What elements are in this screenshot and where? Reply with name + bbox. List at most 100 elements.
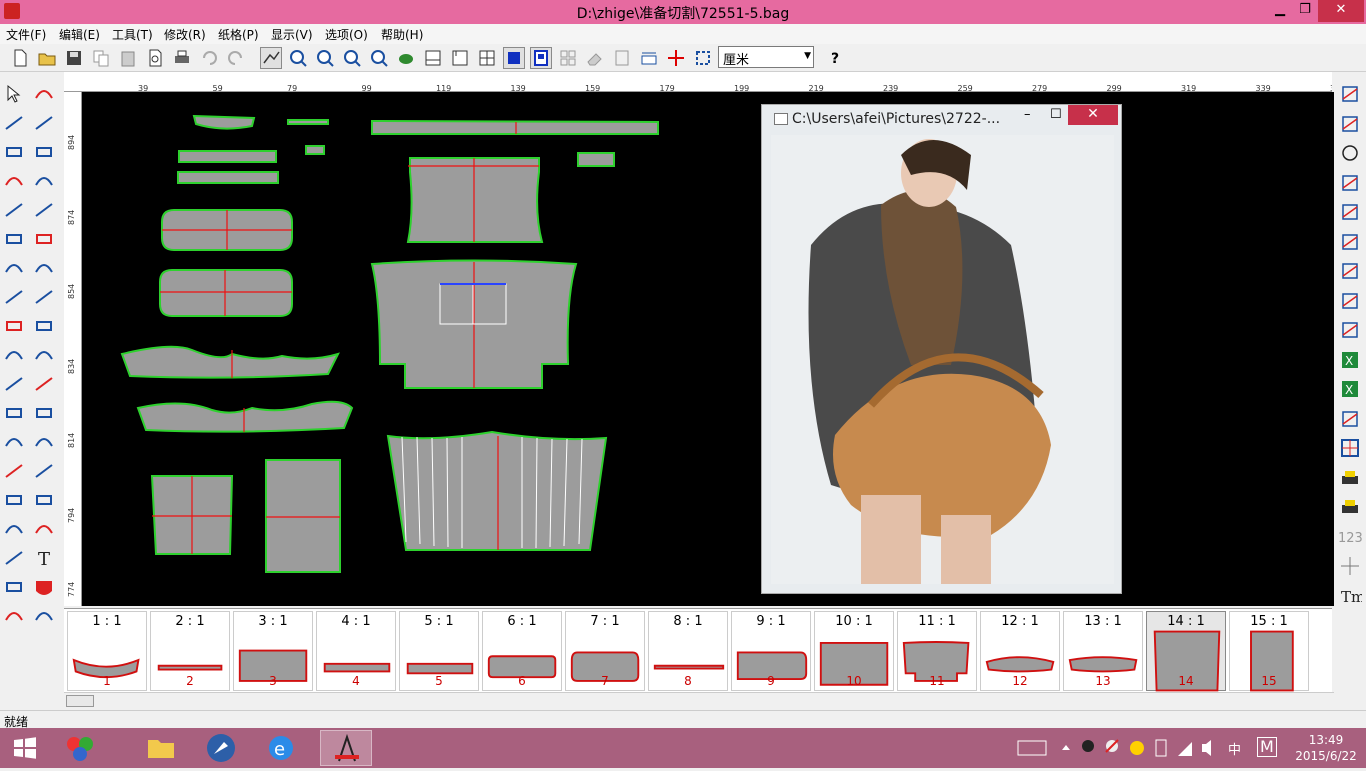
piece-thumbnail[interactable]: 4 : 1 4 <box>316 611 396 691</box>
ime-indicator[interactable]: 中 <box>1228 739 1241 758</box>
app-icon-taskbar[interactable] <box>196 730 248 766</box>
slash-cut-icon[interactable] <box>2 604 28 630</box>
new-file-icon[interactable] <box>9 47 31 69</box>
crosshair-icon[interactable] <box>665 47 687 69</box>
circle-icon[interactable] <box>1338 141 1364 167</box>
piece-thumbnail[interactable]: 3 : 1 3 <box>233 611 313 691</box>
rectangle-icon[interactable] <box>2 111 28 137</box>
piece-thumbnail[interactable]: 12 : 1 12 <box>980 611 1060 691</box>
piece-thumbnail[interactable]: 14 : 1 14 <box>1146 611 1226 692</box>
dash-icon[interactable] <box>32 256 58 282</box>
menu-file[interactable]: 文件(F) <box>6 26 46 43</box>
select-arrow-icon[interactable] <box>2 82 28 108</box>
piece-thumbnail[interactable]: 10 : 1 10 <box>814 611 894 691</box>
red-fill-icon[interactable] <box>32 575 58 601</box>
text-icon[interactable]: T <box>32 546 58 572</box>
photo-viewer-window[interactable]: C:\Users\afei\Pictures\2722-... – ☐ ✕ <box>761 104 1122 594</box>
piece-thumbnail[interactable]: 11 : 1 11 <box>897 611 977 691</box>
zigzag-red-icon[interactable] <box>32 517 58 543</box>
file-explorer-icon[interactable] <box>136 730 188 766</box>
wave-icon[interactable] <box>2 227 28 253</box>
excel-sheet-icon[interactable]: X <box>1338 348 1364 374</box>
dash-mark-icon[interactable] <box>32 285 58 311</box>
flower-icon[interactable] <box>1338 200 1364 226</box>
scroll-thumb[interactable] <box>66 695 94 707</box>
help-icon[interactable]: ? <box>826 47 848 69</box>
multi-view-icon[interactable] <box>557 47 579 69</box>
start-button[interactable] <box>4 730 56 766</box>
app-launcher-icon[interactable] <box>56 730 108 766</box>
label-rect-icon[interactable] <box>32 459 58 485</box>
pan-icon[interactable] <box>260 47 282 69</box>
open-folder-icon[interactable] <box>36 47 58 69</box>
triangle-ruler-icon[interactable] <box>1338 318 1364 344</box>
menu-pattern[interactable]: 纸格(P) <box>218 26 259 43</box>
stitch-ruler-icon[interactable] <box>2 546 28 572</box>
grid-blue-icon[interactable] <box>1338 436 1364 462</box>
piece-thumbnail[interactable]: 6 : 1 6 <box>482 611 562 691</box>
fold-line-icon[interactable] <box>32 372 58 398</box>
copy-icon[interactable] <box>90 47 112 69</box>
paste-icon[interactable] <box>117 47 139 69</box>
zoom-window-icon[interactable] <box>368 47 390 69</box>
point-line-icon[interactable] <box>2 430 28 456</box>
piece-view-icon[interactable] <box>530 47 552 69</box>
ime-mode[interactable]: M <box>1257 737 1277 757</box>
menu-help[interactable]: 帮助(H) <box>381 26 423 43</box>
arc-icon[interactable] <box>32 169 58 195</box>
fold-zigzag-icon[interactable] <box>32 401 58 427</box>
print-icon[interactable] <box>171 47 193 69</box>
pen-shape-icon[interactable] <box>1338 289 1364 315</box>
freehand-icon[interactable] <box>2 198 28 224</box>
measure-scale-icon[interactable] <box>32 314 58 340</box>
ruler-mark-icon[interactable] <box>32 227 58 253</box>
drawing-curve-icon[interactable] <box>32 82 58 108</box>
scale-tick-icon[interactable] <box>32 343 58 369</box>
photo-minimize-button[interactable]: – <box>1024 107 1031 122</box>
layout-icon[interactable] <box>422 47 444 69</box>
dotted-line-icon[interactable] <box>2 488 28 514</box>
piece-thumbnail[interactable]: 13 : 1 13 <box>1063 611 1143 691</box>
print-preview-icon[interactable] <box>144 47 166 69</box>
point-icon[interactable] <box>2 343 28 369</box>
loop-icon[interactable] <box>2 256 28 282</box>
select-points-icon[interactable] <box>692 47 714 69</box>
photo-close-button[interactable]: ✕ <box>1068 105 1118 125</box>
cup-shape-icon[interactable] <box>1338 259 1364 285</box>
piece-thumbnail[interactable]: 9 : 1 9 <box>731 611 811 691</box>
polyline-icon[interactable] <box>2 140 28 166</box>
line-icon[interactable] <box>2 169 28 195</box>
angle-icon[interactable] <box>32 198 58 224</box>
grid-icon[interactable] <box>476 47 498 69</box>
cut-scissors-icon[interactable] <box>2 459 28 485</box>
save-icon[interactable] <box>63 47 85 69</box>
maximize-button[interactable]: ❐ <box>1290 0 1320 22</box>
curve-red-icon[interactable] <box>32 111 58 137</box>
pencil-red-icon[interactable] <box>2 575 28 601</box>
piece-thumbnail[interactable]: 8 : 1 8 <box>648 611 728 691</box>
eraser-icon[interactable] <box>584 47 606 69</box>
crosshair-plus-icon[interactable] <box>1338 554 1364 580</box>
close-button[interactable]: ✕ <box>1318 0 1364 22</box>
compass-icon[interactable] <box>32 140 58 166</box>
bag-shape-icon[interactable] <box>1338 230 1364 256</box>
photo-maximize-button[interactable]: ☐ <box>1050 107 1062 122</box>
fill-icon[interactable] <box>503 47 525 69</box>
internet-explorer-icon[interactable]: e <box>256 730 308 766</box>
turtle-icon[interactable] <box>395 47 417 69</box>
align-icon[interactable] <box>611 47 633 69</box>
ruler-icon[interactable] <box>449 47 471 69</box>
menu-options[interactable]: 选项(O) <box>325 26 368 43</box>
tm-text-icon[interactable]: Tm <box>1338 584 1365 610</box>
menu-tools[interactable]: 工具(T) <box>112 26 153 43</box>
frame-red-icon[interactable] <box>1338 407 1364 433</box>
mark-red-icon[interactable] <box>1338 82 1364 108</box>
clock[interactable]: 13:49 2015/6/22 <box>1286 732 1366 764</box>
zoom-in-icon[interactable] <box>287 47 309 69</box>
measure-icon[interactable] <box>638 47 660 69</box>
piece-thumbnail[interactable]: 15 : 1 15 <box>1229 611 1309 692</box>
hatch-icon[interactable] <box>1338 171 1364 197</box>
split-square-icon[interactable] <box>2 372 28 398</box>
undo-icon[interactable] <box>198 47 220 69</box>
horizontal-scrollbar[interactable] <box>64 692 1334 708</box>
